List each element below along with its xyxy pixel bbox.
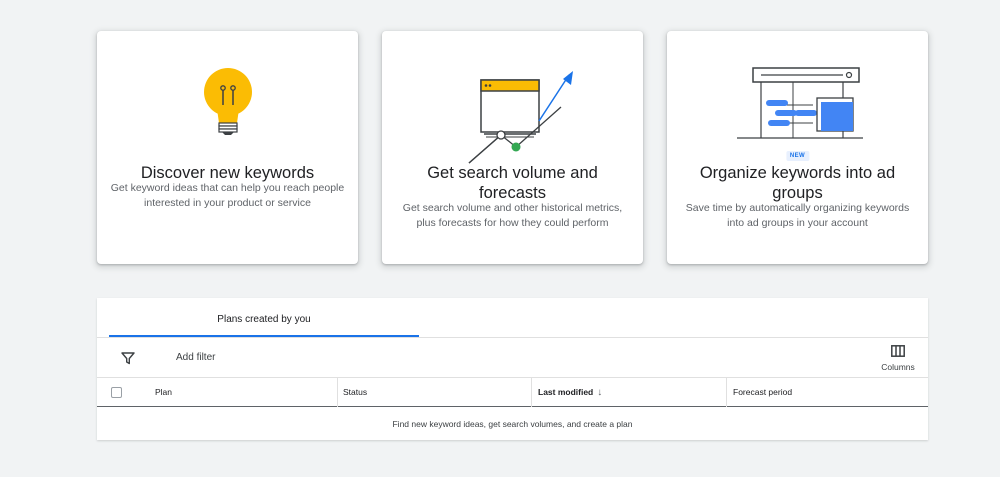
column-header-last-modified[interactable]: Last modified ↓: [538, 378, 602, 407]
column-header-status[interactable]: Status: [343, 378, 367, 407]
columns-label: Columns: [881, 362, 915, 372]
column-header-label: Last modified: [538, 387, 594, 397]
filter-icon[interactable]: [121, 351, 135, 365]
columns-icon: [891, 345, 905, 357]
tab-plans-created-by-you[interactable]: Plans created by you: [109, 298, 419, 338]
new-badge: NEW: [785, 151, 810, 161]
card-title: Get search volume and forecasts: [427, 164, 598, 202]
discover-keywords-card[interactable]: Discover new keywords Get keyword ideas …: [97, 31, 358, 264]
add-filter-button[interactable]: Add filter: [176, 352, 215, 363]
table-header: Plan Status Last modified ↓ Forecast peri…: [97, 378, 928, 407]
active-tab-indicator: [109, 335, 419, 337]
column-divider: [337, 378, 338, 407]
trend-chart-icon: [382, 65, 643, 170]
select-all-checkbox[interactable]: [111, 387, 122, 398]
column-header-forecast-period[interactable]: Forecast period: [733, 378, 792, 407]
column-divider: [726, 378, 727, 407]
column-header-plan[interactable]: Plan: [155, 378, 172, 407]
search-volume-forecasts-card[interactable]: Get search volume and forecasts Get sear…: [382, 31, 643, 264]
card-description: Get keyword ideas that can help you reac…: [110, 182, 345, 209]
card-description: Get search volume and other historical m…: [402, 202, 623, 229]
card-title: Organize keywords into ad groups: [699, 164, 896, 202]
plans-tab-bar: Plans created by you: [97, 298, 928, 338]
card-title: Discover new keywords: [140, 164, 315, 182]
filter-bar: Add filter Columns: [97, 338, 928, 378]
column-divider: [531, 378, 532, 407]
empty-state-message: Find new keyword ideas, get search volum…: [392, 419, 633, 429]
card-description: Save time by automatically organizing ke…: [685, 202, 910, 229]
lightbulb-icon: [97, 65, 358, 170]
sort-descending-icon: ↓: [597, 387, 603, 398]
plans-table-panel: Plans created by you Add filter Columns …: [97, 298, 928, 440]
organize-ad-groups-card[interactable]: NEW Organize keywords into ad groups Sav…: [667, 31, 928, 264]
columns-button[interactable]: Columns: [878, 345, 918, 372]
